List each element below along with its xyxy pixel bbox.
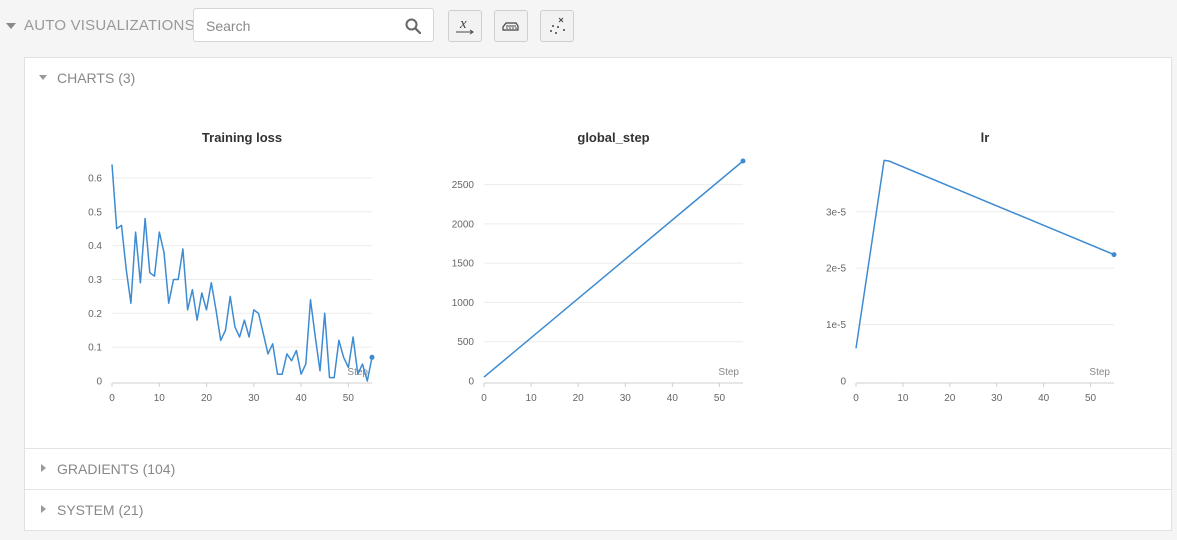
y-tick-label: 0.6: [88, 173, 102, 184]
chart-title: lr: [981, 130, 990, 145]
x-tick-label: 0: [481, 393, 487, 404]
group-gradients-label: GRADIENTS (104): [57, 461, 176, 477]
y-tick-label: 0.1: [88, 343, 102, 354]
y-tick-label: 0.3: [88, 275, 102, 286]
auto-visualizations-bar: AUTO VISUALIZATIONS x: [0, 8, 1177, 44]
x-tick-label: 30: [991, 393, 1003, 404]
y-tick-label: 0.2: [88, 309, 102, 320]
y-tick-label: 500: [457, 337, 474, 348]
y-tick-label: 0: [840, 377, 846, 388]
x-tick-label: 30: [620, 393, 632, 404]
charts-panel: CHARTS (3) Training loss 0 0.1 0.2 0.3 0.4 0.5…: [24, 57, 1172, 531]
search-icon[interactable]: [405, 18, 421, 34]
collapse-caret-icon[interactable]: [6, 23, 16, 29]
group-system-label: SYSTEM (21): [57, 502, 144, 518]
x-tick-label: 10: [897, 393, 909, 404]
x-axis-label: Step: [718, 367, 739, 378]
svg-text:x: x: [459, 16, 467, 32]
chart-lr[interactable]: lr 0 1e-5 2e-5 3e-5 0 10 20 30 40 50 Step: [808, 118, 1177, 418]
x-tick-label: 50: [714, 393, 726, 404]
x-tick-label: 50: [343, 393, 355, 404]
chart-lr-svg[interactable]: lr 0 1e-5 2e-5 3e-5 0 10 20 30 40 50 Step: [808, 118, 1177, 418]
x-tick-label: 40: [667, 393, 679, 404]
smoothing-icon: [502, 22, 519, 31]
group-system-header[interactable]: SYSTEM (21): [25, 490, 1171, 530]
x-tick-label: 20: [573, 393, 585, 404]
y-tick-label: 2e-5: [826, 264, 846, 275]
series-line: [483, 160, 744, 378]
collapsed-caret-icon: [41, 505, 46, 513]
y-tick-label: 0.4: [88, 241, 102, 252]
expanded-caret-icon: [39, 75, 47, 80]
x-tick-label: 20: [944, 393, 956, 404]
chart-training-loss[interactable]: Training loss 0 0.1 0.2 0.3 0.4 0.5 0.6 0 10 20 30 4…: [65, 118, 435, 418]
x-tick-label: 50: [1085, 393, 1097, 404]
y-tick-label: 0: [468, 377, 474, 388]
y-tick-label: 1000: [452, 298, 475, 309]
group-charts-label: CHARTS (3): [57, 70, 136, 86]
search-box[interactable]: [193, 8, 434, 42]
chart-title: Training loss: [202, 130, 282, 145]
y-tick-label: 2000: [452, 219, 475, 230]
last-point-marker: [740, 158, 746, 164]
section-title[interactable]: AUTO VISUALIZATIONS: [24, 17, 195, 34]
x-tick-label: 40: [1038, 393, 1050, 404]
smoothing-button[interactable]: [494, 10, 528, 42]
y-tick-label: 0: [96, 377, 102, 388]
chart-training-loss-svg[interactable]: Training loss 0 0.1 0.2 0.3 0.4 0.5 0.6 0 10 20 30 4…: [65, 118, 435, 418]
series-line: [111, 164, 373, 382]
y-tick-label: 2500: [452, 180, 475, 191]
last-point-marker: [1111, 252, 1117, 258]
y-tick-label: 1500: [452, 259, 475, 270]
y-tick-label: 3e-5: [826, 207, 846, 218]
collapsed-caret-icon: [41, 464, 46, 472]
outliers-icon: [550, 17, 565, 34]
group-gradients-header[interactable]: GRADIENTS (104): [25, 449, 1171, 489]
x-tick-label: 10: [526, 393, 538, 404]
x-tick-label: 20: [201, 393, 213, 404]
group-charts-header[interactable]: CHARTS (3): [25, 58, 1171, 98]
chart-title: global_step: [577, 130, 649, 145]
series-line: [855, 159, 1115, 349]
search-input[interactable]: [206, 16, 396, 36]
y-tick-label: 1e-5: [826, 320, 846, 331]
x-axis-icon: x: [456, 16, 474, 35]
y-tick-label: 0.5: [88, 207, 102, 218]
x-tick-label: 0: [109, 393, 115, 404]
x-tick-label: 0: [853, 393, 859, 404]
chart-global-step[interactable]: global_step 0 500 1000 1500 2000 2500 0 10 20 30 40…: [437, 118, 807, 418]
x-tick-label: 10: [154, 393, 166, 404]
x-axis-label: Step: [1089, 367, 1110, 378]
x-tick-label: 30: [248, 393, 260, 404]
x-axis-button[interactable]: x: [448, 10, 482, 42]
outliers-button[interactable]: [540, 10, 574, 42]
chart-global-step-svg[interactable]: global_step 0 500 1000 1500 2000 2500 0 10 20 30 40…: [437, 118, 807, 418]
last-point-marker: [369, 354, 375, 360]
x-tick-label: 40: [296, 393, 308, 404]
